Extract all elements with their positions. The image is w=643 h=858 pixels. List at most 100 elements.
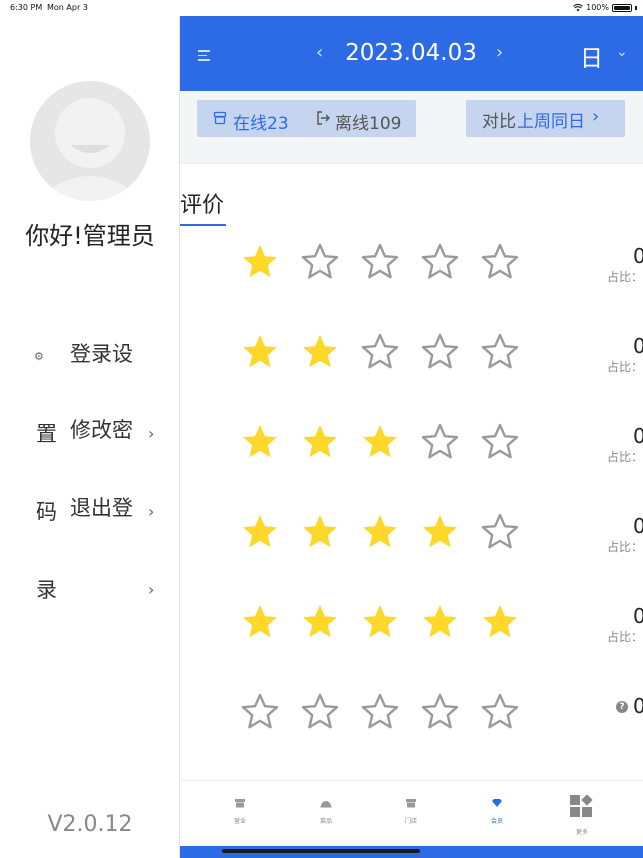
tab-dishes[interactable]: 菜品 — [306, 797, 346, 825]
chevron-down-icon[interactable]: ⌄ — [616, 44, 628, 60]
rating-row: 0 占比： — [180, 512, 643, 572]
star-empty-icon — [360, 332, 400, 372]
menu-icon[interactable] — [198, 50, 210, 62]
rating-count: 0 — [633, 604, 643, 628]
star-filled-icon — [240, 512, 280, 552]
star-empty-icon — [420, 242, 460, 282]
bottom-nav: 营业 菜品 门店 会员 更多 — [180, 780, 643, 846]
star-filled-icon — [360, 422, 400, 462]
battery-percent: 100% — [586, 3, 609, 12]
rating-ratio: 占比： — [607, 360, 643, 374]
wrapped-label-text: 码 — [36, 500, 57, 524]
tab-business[interactable]: 营业 — [220, 797, 260, 825]
wifi-icon — [573, 3, 584, 11]
rating-count: 0 — [633, 334, 643, 358]
rating-count: 0 — [633, 694, 643, 718]
rating-count: 0 — [633, 514, 643, 538]
diamond-icon — [492, 799, 502, 807]
rating-ratio: 占比： — [607, 270, 643, 284]
star-filled-icon — [300, 332, 340, 372]
header: ‹ 2023.04.03 › 日 ⌄ — [180, 16, 643, 91]
date-title[interactable]: 2023.04.03 — [330, 40, 492, 66]
store-icon — [235, 799, 245, 808]
user-placeholder-icon — [30, 81, 150, 201]
star-empty-icon — [300, 692, 340, 732]
gear-icon: ⚙ — [34, 350, 44, 363]
star-empty-icon — [360, 242, 400, 282]
star-rating — [240, 512, 520, 552]
store-icon — [213, 111, 227, 125]
star-empty-icon — [360, 692, 400, 732]
star-empty-icon — [300, 242, 340, 282]
star-filled-icon — [300, 422, 340, 462]
star-empty-icon — [420, 332, 460, 372]
star-empty-icon — [480, 332, 520, 372]
home-indicator[interactable] — [222, 849, 420, 853]
avatar[interactable] — [30, 81, 150, 201]
section-title: 评价 — [180, 193, 225, 218]
wrapped-label-text: 置 — [36, 422, 57, 446]
rating-count: 0 — [633, 424, 643, 448]
chevron-right-icon: › — [148, 502, 155, 521]
prev-date-button[interactable]: ‹ — [316, 42, 323, 63]
star-filled-icon — [240, 332, 280, 372]
tab-more[interactable]: 更多 — [570, 794, 594, 836]
rating-row: 0 占比： — [180, 422, 643, 482]
star-empty-icon — [480, 242, 520, 282]
star-filled-icon — [420, 512, 460, 552]
rating-count: 0 — [633, 244, 643, 268]
greeting: 你好!管理员 — [25, 222, 155, 250]
star-rating — [240, 242, 520, 282]
period-selector[interactable]: 日 — [580, 39, 603, 73]
store-status-pill[interactable]: 在线23 离线109 — [197, 100, 416, 137]
star-rating — [240, 692, 520, 732]
app-version: V2.0.12 — [47, 812, 133, 837]
star-filled-icon — [240, 242, 280, 282]
star-empty-icon — [480, 692, 520, 732]
star-empty-icon — [420, 692, 460, 732]
rating-row: 0 占比： — [180, 602, 643, 662]
filter-bar: 在线23 离线109 对比 上周同日 › — [180, 91, 643, 163]
star-empty-icon — [240, 692, 280, 732]
chevron-right-icon: › — [148, 580, 155, 599]
shop-icon — [406, 799, 416, 808]
dish-icon — [320, 801, 332, 808]
rating-ratio: 占比： — [607, 540, 643, 554]
rating-ratio: 占比： — [607, 630, 643, 644]
chevron-right-icon: › — [592, 106, 600, 127]
star-rating — [240, 422, 520, 462]
menu-label: 修改密 — [70, 418, 133, 442]
rating-row: 0 占比： — [180, 242, 643, 302]
offline-count: 离线109 — [335, 114, 402, 134]
battery-icon — [612, 3, 632, 12]
tab-stores[interactable]: 门店 — [391, 797, 431, 825]
rating-section: 评价 0 占比： 0 占比： 0 占比： 0 占比： 0 占比：? 0 — [180, 163, 643, 780]
rating-ratio: 占比： — [607, 450, 643, 464]
help-icon[interactable]: ? — [616, 701, 628, 713]
star-filled-icon — [360, 512, 400, 552]
compare-prefix: 对比 — [482, 112, 516, 132]
status-bar: 6:30 PM Mon Apr 3 100% — [0, 0, 643, 16]
next-date-button[interactable]: › — [496, 42, 503, 63]
star-rating — [240, 332, 520, 372]
star-filled-icon — [420, 602, 460, 642]
online-count: 在线23 — [233, 114, 289, 134]
star-filled-icon — [300, 602, 340, 642]
menu-login-settings[interactable]: ⚙ 登录设 — [34, 338, 164, 378]
star-empty-icon — [420, 422, 460, 462]
star-filled-icon — [240, 602, 280, 642]
star-filled-icon — [480, 602, 520, 642]
star-filled-icon — [240, 422, 280, 462]
tab-members[interactable]: 会员 — [477, 797, 517, 825]
menu-label: 退出登 — [70, 496, 133, 520]
star-filled-icon — [360, 602, 400, 642]
chevron-right-icon: › — [148, 424, 155, 443]
sidebar: 你好!管理员 ⚙ 登录设 修改密 › 退出登 › › 置 码 录 V2.0.12 — [0, 16, 180, 858]
star-empty-icon — [480, 422, 520, 462]
menu-label: 登录设 — [70, 342, 133, 366]
rating-row: ? 0 — [180, 692, 643, 752]
compare-value: 上周同日 — [517, 112, 585, 132]
compare-button[interactable]: 对比 上周同日 › — [466, 100, 625, 137]
star-empty-icon — [480, 512, 520, 552]
section-underline — [180, 224, 226, 226]
